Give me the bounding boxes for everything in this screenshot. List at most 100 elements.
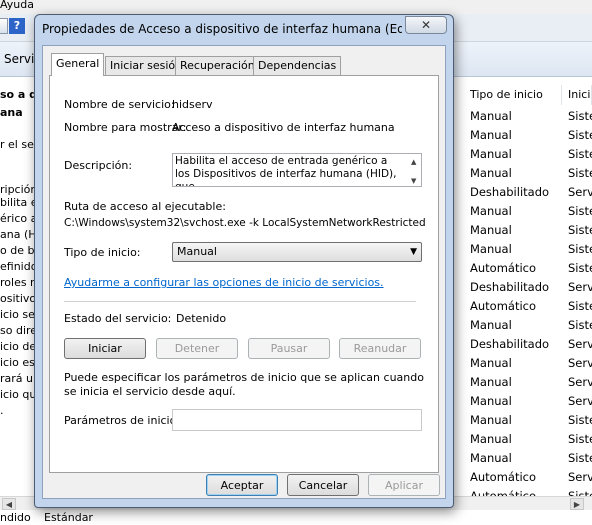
logon-cell: Siste [568, 223, 592, 237]
startup-type-cell: Automático [470, 299, 537, 313]
startup-help-link[interactable]: Ayudarme a configurar las opciones de in… [64, 276, 384, 289]
service-status-label: Estado del servicio: [64, 312, 172, 325]
startup-type-cell: Manual [470, 451, 512, 465]
logon-cell: Siste [568, 261, 592, 275]
logon-cell: Siste [568, 242, 592, 256]
startup-type-cell: Manual [470, 413, 512, 427]
logon-cell: Servi [568, 470, 592, 484]
scroll-right-icon[interactable]: ▶ [570, 498, 584, 510]
description-fragment: so direc [0, 324, 35, 337]
startup-type-cell: Manual [470, 375, 512, 389]
table-row[interactable]: Manual Siste [464, 126, 592, 145]
executable-path-label: Ruta de acceso al ejecutable: [64, 200, 226, 213]
table-row[interactable]: Deshabilitado Servi [464, 335, 592, 354]
table-row[interactable]: Manual Siste [464, 449, 592, 468]
description-fragment: ana (HI [0, 228, 35, 241]
table-row[interactable]: Manual Siste [464, 430, 592, 449]
description-fragment: icio se c [0, 308, 35, 321]
description-box[interactable]: Habilita el acceso de entrada genérico a… [172, 153, 422, 187]
tab-standard[interactable]: Estándar [44, 511, 93, 524]
logon-cell: Siste [568, 451, 592, 465]
menu-help[interactable]: Ayuda [0, 0, 34, 11]
description-fragment: icio esta [0, 356, 35, 369]
description-scrollbar[interactable]: ▲ ▼ [409, 154, 421, 186]
dialog-title: Propiedades de Acceso a dispositivo de i… [42, 22, 402, 36]
help-icon[interactable]: ? [9, 18, 25, 34]
startup-type-select[interactable]: Manual ▼ [172, 242, 422, 262]
logon-cell: Siste [568, 318, 592, 332]
stop-button[interactable]: Detener [156, 338, 238, 359]
tab-extended[interactable]: ndido [0, 511, 31, 524]
params-hint: Puede especificar los parámetros de inic… [64, 371, 424, 398]
close-button[interactable]: ✕ [405, 16, 447, 34]
startup-type-cell: Manual [470, 394, 512, 408]
table-row[interactable]: Manual Servi [464, 392, 592, 411]
start-params-input[interactable] [172, 409, 422, 431]
table-row[interactable]: Deshabilitado Servi [464, 278, 592, 297]
service-status-value: Detenido [176, 312, 227, 325]
logon-cell: Servi [568, 375, 592, 389]
column-header-logon[interactable]: Inicia [562, 85, 592, 105]
toolbar-button[interactable] [0, 18, 8, 34]
description-fragment: rará un [0, 372, 35, 385]
table-row[interactable]: Manual Siste [464, 107, 592, 126]
apply-button[interactable]: Aplicar [368, 474, 440, 496]
description-label: Descripción: [64, 159, 133, 172]
startup-type-cell: Automático [470, 261, 537, 275]
pause-button[interactable]: Pausar [248, 338, 330, 359]
column-header-startup-type[interactable]: Tipo de inicio [464, 85, 562, 105]
display-name-value: Acceso a dispositivo de interfaz humana [172, 121, 395, 134]
scroll-down-icon[interactable]: ▼ [411, 175, 416, 186]
scroll-up-icon[interactable]: ▲ [411, 156, 416, 169]
executable-path-value: C:\Windows\system32\svchost.exe -k Local… [64, 217, 426, 229]
table-row[interactable]: Manual Servi [464, 354, 592, 373]
service-properties-dialog: Propiedades de Acceso a dispositivo de i… [34, 14, 454, 508]
title-bar[interactable]: Propiedades de Acceso a dispositivo de i… [35, 15, 453, 45]
params-label: Parámetros de inicio: [64, 414, 181, 427]
startup-type-label: Tipo de inicio: [64, 246, 141, 259]
startup-type-cell: Manual [470, 166, 512, 180]
startup-type-cell: Manual [470, 128, 512, 142]
table-row[interactable]: Automático Servi [464, 468, 592, 487]
table-row[interactable]: Manual Siste [464, 221, 592, 240]
close-icon: ✕ [420, 18, 432, 32]
table-row[interactable]: Manual Siste [464, 145, 592, 164]
description-fragment: icio que [0, 388, 35, 401]
logon-cell: Siste [568, 413, 592, 427]
startup-type-cell: Manual [470, 318, 512, 332]
service-name-label: Nombre de servicio: [64, 98, 175, 111]
startup-type-value: Manual [177, 245, 217, 258]
startup-type-cell: Manual [470, 432, 512, 446]
scroll-left-icon[interactable]: ◀ [2, 498, 16, 510]
tab-general[interactable]: General [51, 53, 105, 76]
resume-button[interactable]: Reanudar [339, 338, 421, 359]
accept-button[interactable]: Aceptar [206, 474, 278, 496]
description-fragment: icio dej [0, 340, 35, 353]
description-fragment: érico a l [0, 212, 35, 225]
tab-recovery[interactable]: Recuperación [175, 56, 260, 75]
table-row[interactable]: Manual Servi [464, 373, 592, 392]
cancel-button[interactable]: Cancelar [287, 474, 359, 496]
description-fragment: bilita el a [0, 196, 35, 209]
description-fragment: . [0, 404, 4, 417]
table-row[interactable]: Manual Siste [464, 240, 592, 259]
logon-cell: Siste [568, 128, 592, 142]
table-row[interactable]: Manual Siste [464, 202, 592, 221]
menu-bar: Ayuda [0, 0, 592, 14]
separator [64, 301, 416, 302]
startup-type-cell: Manual [470, 147, 512, 161]
table-row[interactable]: Manual Siste [464, 411, 592, 430]
table-row[interactable]: Automático Siste [464, 259, 592, 278]
startup-type-cell: Deshabilitado [470, 185, 550, 199]
table-row[interactable]: Automático Siste [464, 297, 592, 316]
table-row[interactable]: Deshabilitado Servi [464, 183, 592, 202]
logon-cell: Siste [568, 204, 592, 218]
start-button[interactable]: Iniciar [64, 338, 146, 359]
startup-type-cell: Manual [470, 356, 512, 370]
logon-cell: Siste [568, 109, 592, 123]
tab-dependencies[interactable]: Dependencias [253, 56, 342, 75]
table-row[interactable]: Manual Siste [464, 316, 592, 335]
startup-type-cell: Deshabilitado [470, 337, 550, 351]
table-row[interactable]: Manual Siste [464, 164, 592, 183]
dialog-client: General Iniciar sesión Recuperación Depe… [42, 45, 446, 499]
